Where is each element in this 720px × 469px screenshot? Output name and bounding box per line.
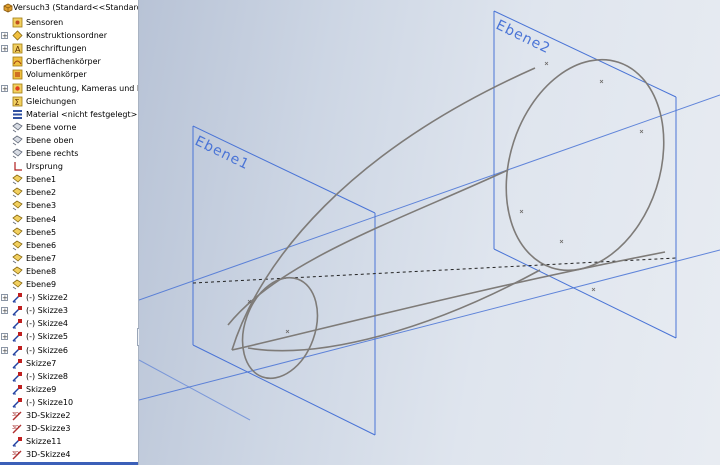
sketch-icon [12, 332, 22, 342]
tree-item-label: Skizze11 [26, 437, 62, 447]
sketch-3d-icon: 3D [12, 450, 22, 460]
equations-icon: Σ [12, 96, 23, 107]
plane1-bottom-edge [192, 344, 376, 436]
part-icon [3, 3, 13, 13]
tree-item-label: 3D-Skizze4 [26, 450, 71, 460]
tree-item-label: (-) Skizze4 [26, 319, 69, 329]
expand-toggle-icon[interactable]: + [1, 346, 8, 354]
sensor-icon [12, 17, 23, 28]
tree-item-label: Ebene vorne [26, 122, 77, 132]
tree-item-label: Sensoren [26, 18, 64, 27]
graphics-viewport[interactable]: Ebene1 Ebene2 [138, 0, 720, 465]
tree-item-label: 3D-Skizze3 [26, 424, 71, 434]
surface-bodies-icon [12, 56, 23, 67]
ref-plane-icon [12, 266, 23, 277]
tree-item-label: Oberflächenkörper [26, 57, 101, 67]
sketch-icon [12, 319, 22, 329]
sketch-icon [12, 345, 22, 355]
ref-plane-icon [12, 279, 23, 290]
ref-plane-icon [12, 227, 23, 237]
tree-item-label: Gleichungen [26, 96, 77, 106]
lights-cameras-icon [12, 83, 23, 93]
tree-item-label: Ebene1 [26, 175, 57, 185]
guide-curve-inner[interactable] [227, 169, 509, 326]
svg-text:3D: 3D [12, 412, 19, 418]
annotations-icon: A [12, 43, 23, 54]
sketch-icon [12, 293, 22, 303]
reference-line-upper [138, 94, 720, 301]
origin-icon [14, 162, 22, 171]
solid-bodies-icon [12, 69, 23, 80]
expand-toggle-icon[interactable]: + [1, 307, 8, 315]
ref-plane-icon [12, 174, 23, 185]
tree-item-label: (-) Skizze3 [26, 306, 69, 316]
sketch-icon [12, 358, 22, 369]
material-icon [13, 109, 22, 119]
svg-text:3D: 3D [12, 451, 19, 457]
tree-item-label: Beschriftungen [26, 44, 87, 54]
plane-icon [12, 122, 23, 133]
tree-item-label: (-) Skizze6 [26, 345, 69, 355]
tree-item-label: (-) Skizze10 [26, 397, 74, 407]
tree-item-label: Ebene3 [26, 201, 57, 211]
feature-manager-tree[interactable]: Versuch3 (Standard<<Standard>_ Sensoren +… [0, 0, 139, 465]
plane-icon [12, 148, 23, 159]
tree-item-label: Skizze7 [26, 358, 57, 368]
sketch-icon [12, 397, 22, 408]
tree-item-label: Ebene8 [26, 266, 57, 276]
tree-item-label: Ebene rechts [26, 149, 79, 158]
tree-item-label: (-) Skizze5 [26, 332, 69, 342]
svg-text:Σ: Σ [15, 98, 20, 107]
expand-toggle-icon[interactable]: + [1, 32, 8, 40]
tree-item-label: Ebene2 [26, 188, 57, 198]
svg-text:3D: 3D [12, 425, 19, 431]
tree-item-label: Material <nicht festgelegt> [26, 109, 138, 119]
plane2-label: Ebene2 [493, 17, 553, 57]
ref-plane-icon [12, 240, 23, 251]
tree-item-label: Ebene5 [26, 227, 57, 237]
model-view[interactable]: Ebene1 Ebene2 [138, 0, 720, 465]
tree-root-label: Versuch3 (Standard<<Standard>_ [13, 3, 139, 12]
tree-item-label: Skizze9 [26, 384, 57, 394]
expand-toggle-icon[interactable]: + [1, 333, 8, 341]
tree-item-label: Konstruktionsordner [26, 31, 108, 41]
ref-plane-icon [12, 253, 23, 264]
ref-plane-icon [12, 214, 23, 224]
tree-item-label: Ebene4 [26, 214, 57, 224]
tree-item-label: Ebene oben [26, 135, 74, 145]
reference-line-short [138, 359, 251, 421]
plane-ebene2[interactable]: Ebene2 [493, 10, 677, 339]
tree-item-label: Volumenkörper [26, 70, 87, 80]
sketch-3d-icon: 3D [12, 411, 22, 421]
plane-ebene1[interactable]: Ebene1 [192, 125, 376, 436]
sketch-icon [12, 437, 22, 447]
guide-curve-lower-inner[interactable] [247, 269, 541, 352]
ref-plane-icon [12, 187, 23, 198]
reference-line-lower [138, 249, 720, 401]
tree-item-label: Ebene7 [26, 253, 57, 263]
tree-item-label: (-) Skizze2 [26, 293, 69, 303]
expand-toggle-icon[interactable]: + [1, 84, 8, 92]
tree-item-label: Ebene6 [26, 240, 57, 250]
tree-item-label: 3D-Skizze2 [26, 411, 71, 420]
sketch-icon [12, 306, 22, 316]
loft-shape[interactable] [227, 39, 690, 389]
expand-toggle-icon[interactable]: + [1, 45, 8, 53]
ref-plane-icon [12, 200, 23, 211]
tree-item-label: Beleuchtung, Kameras und Bühr [26, 83, 138, 93]
sketch-3d-icon: 3D [12, 424, 22, 434]
tree-item-label: Ursprung [26, 162, 63, 172]
plane1-top-edge [192, 125, 376, 214]
tree-item-label: (-) Skizze8 [26, 371, 69, 381]
plane-icon [12, 135, 23, 146]
sketch-icon [12, 371, 22, 382]
svg-text:A: A [15, 45, 21, 54]
expand-toggle-icon[interactable]: + [1, 294, 8, 302]
plane1-label: Ebene1 [192, 133, 252, 173]
design-binder-icon [12, 30, 23, 41]
sketch-icon [12, 384, 22, 395]
plane2-top-edge [493, 10, 677, 98]
tree-item-label: Ebene9 [26, 280, 57, 289]
guide-curve-top[interactable] [231, 67, 536, 351]
